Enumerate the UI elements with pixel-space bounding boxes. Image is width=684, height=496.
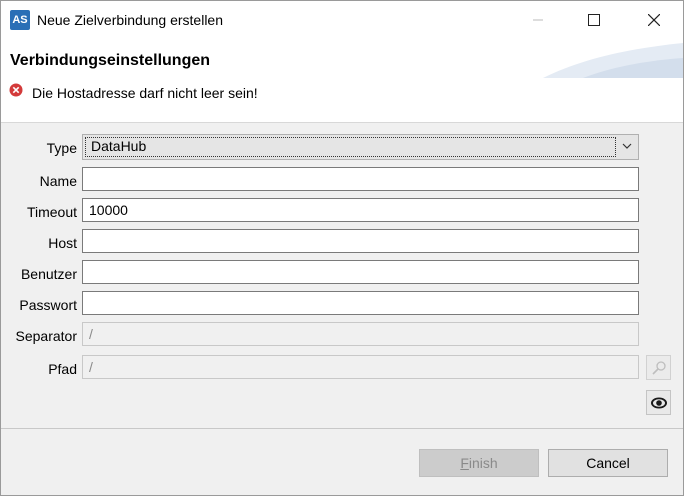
timeout-field[interactable]: 10000 <box>82 198 639 222</box>
footer-divider <box>1 428 683 429</box>
separator-field: / <box>82 322 639 346</box>
error-circle-icon <box>9 83 23 97</box>
type-select[interactable]: DataHub <box>82 134 639 160</box>
maximize-button[interactable] <box>571 1 617 38</box>
user-field[interactable] <box>82 260 639 284</box>
error-message: Die Hostadresse darf nicht leer sein! <box>32 85 258 101</box>
eye-icon <box>650 397 667 408</box>
maximize-icon <box>588 13 600 26</box>
finish-mnemonic: F <box>460 455 469 471</box>
finish-label-rest: inish <box>468 455 498 471</box>
separator-label: Separator <box>15 328 77 344</box>
page-title: Verbindungseinstellungen <box>10 52 211 69</box>
focus-ring <box>85 137 616 157</box>
cancel-button[interactable]: Cancel <box>548 449 668 477</box>
header-banner: Verbindungseinstellungen Die Hostadresse… <box>1 38 683 123</box>
banner-decoration <box>543 43 683 78</box>
type-label: Type <box>46 140 77 156</box>
type-value: DataHub <box>91 138 147 154</box>
name-label: Name <box>39 173 77 189</box>
name-field[interactable] <box>82 167 639 191</box>
app-logo: AS <box>10 10 30 30</box>
host-label: Host <box>48 235 77 251</box>
finish-button[interactable]: Finish <box>419 449 539 477</box>
user-label: Benutzer <box>20 266 77 282</box>
browse-button[interactable] <box>646 355 671 380</box>
password-field[interactable] <box>82 291 639 315</box>
host-field[interactable] <box>82 229 639 253</box>
password-label: Passwort <box>19 297 77 313</box>
chevron-down-icon <box>622 143 632 149</box>
title-bar[interactable]: AS Neue Zielverbindung erstellen <box>1 1 683 38</box>
timeout-label: Timeout <box>26 204 77 220</box>
preview-button[interactable] <box>646 390 671 415</box>
window-title: Neue Zielverbindung erstellen <box>37 12 223 28</box>
close-button[interactable] <box>631 1 677 38</box>
path-field: / <box>82 355 639 379</box>
magnifier-icon <box>651 360 666 375</box>
path-label: Pfad <box>48 361 77 377</box>
close-icon <box>648 13 660 26</box>
minimize-button[interactable] <box>515 1 561 38</box>
minimize-icon <box>533 19 543 20</box>
dialog-window: AS Neue Zielverbindung erstellen Verbind… <box>0 0 684 496</box>
